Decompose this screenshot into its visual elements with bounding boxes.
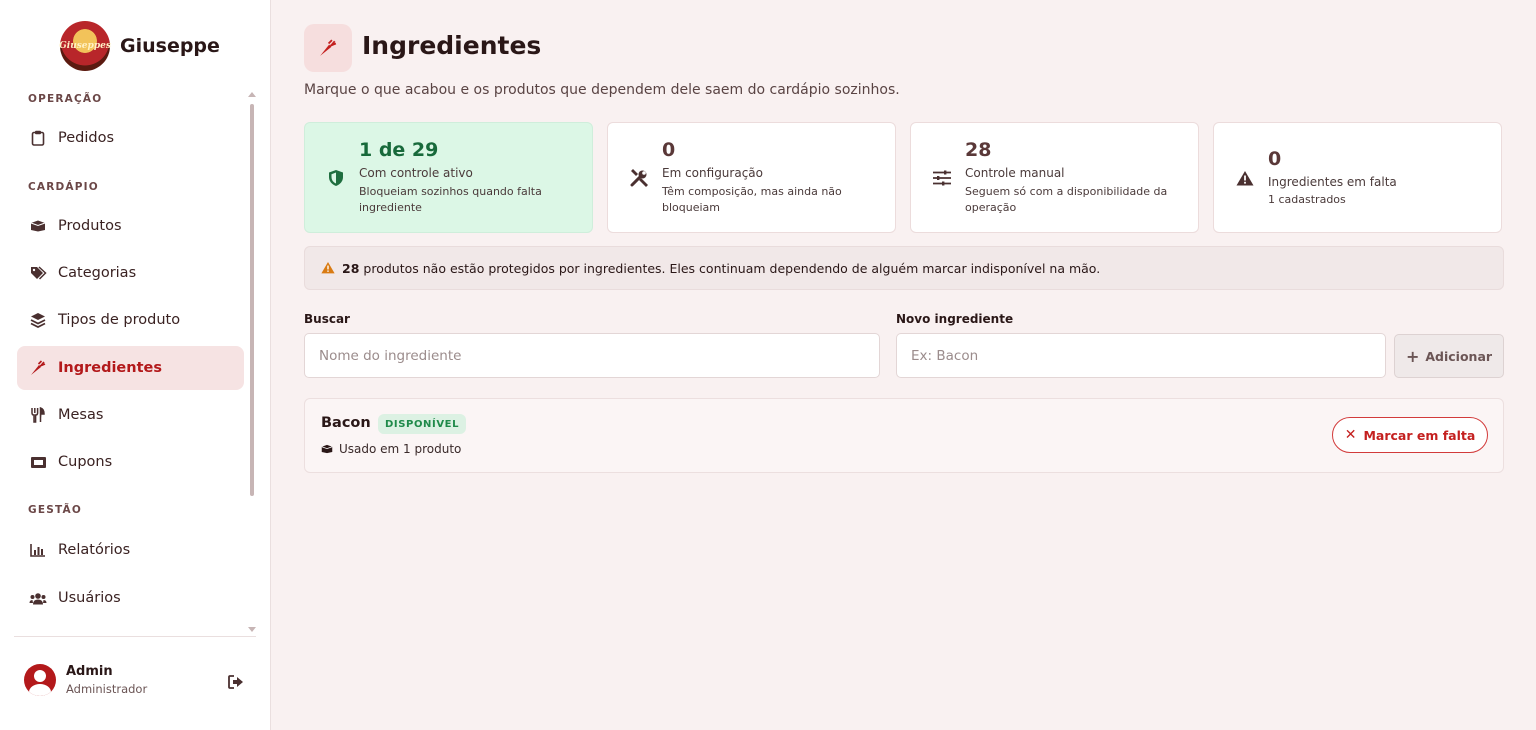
stat-description: Bloqueiam sozinhos quando falta ingredie… bbox=[359, 185, 542, 214]
stat-value: 0 bbox=[1268, 148, 1282, 170]
brand[interactable]: Giuseppes Giuseppe bbox=[59, 20, 220, 72]
scroll-thumb[interactable] bbox=[250, 104, 254, 496]
ticket-icon bbox=[29, 453, 47, 471]
sidebar-nav: OPERAÇÃO Pedidos CARDÁPIO Produtos Categ… bbox=[0, 88, 271, 636]
new-ingredient-label: Novo ingrediente bbox=[896, 312, 1014, 326]
main-content: Ingredientes Marque o que acabou e os pr… bbox=[271, 0, 1536, 730]
sidebar-item-label: Ingredientes bbox=[58, 360, 162, 376]
user-name: Admin bbox=[66, 664, 113, 679]
sidebar-item-cupons[interactable]: Cupons bbox=[17, 440, 244, 484]
add-button-label: Adicionar bbox=[1425, 348, 1493, 364]
stat-description: Têm composição, mas ainda não bloqueiam bbox=[662, 185, 842, 214]
sidebar-item-label: Tipos de produto bbox=[58, 312, 181, 328]
sidebar-item-label: Relatórios bbox=[58, 542, 131, 558]
sidebar: Giuseppes Giuseppe OPERAÇÃO Pedidos CARD… bbox=[0, 0, 271, 730]
avatar bbox=[24, 664, 56, 696]
sidebar-item-usuarios[interactable]: Usuários bbox=[17, 576, 244, 620]
sidebar-divider bbox=[14, 636, 256, 637]
ingredient-name: Bacon bbox=[321, 415, 371, 431]
warning-count: 28 bbox=[342, 260, 360, 276]
status-badge: DISPONÍVEL bbox=[378, 414, 467, 434]
user-role: Administrador bbox=[66, 682, 148, 696]
new-ingredient-input[interactable] bbox=[896, 333, 1386, 378]
sidebar-item-relatorios[interactable]: Relatórios bbox=[17, 528, 244, 572]
bar-chart-icon bbox=[29, 541, 47, 559]
section-title-gestao: GESTÃO bbox=[28, 504, 82, 516]
stat-card-em-configuracao: 0 Em configuração Têm composição, mas ai… bbox=[607, 122, 896, 233]
users-icon bbox=[29, 589, 47, 607]
user-profile: Admin Administrador bbox=[24, 664, 147, 696]
shield-icon bbox=[325, 167, 347, 189]
box-icon bbox=[321, 443, 333, 455]
stat-label: Controle manual bbox=[965, 166, 1065, 180]
plus-icon: + bbox=[1405, 346, 1420, 366]
scroll-up-icon[interactable] bbox=[248, 92, 256, 97]
sidebar-item-label: Pedidos bbox=[58, 130, 115, 146]
stat-description: 1 cadastrados bbox=[1268, 193, 1346, 206]
sidebar-item-ingredientes[interactable]: Ingredientes bbox=[17, 346, 244, 390]
layers-icon bbox=[29, 311, 47, 329]
stat-card-controle-ativo: 1 de 29 Com controle ativo Bloqueiam soz… bbox=[304, 122, 593, 233]
search-input[interactable] bbox=[304, 333, 880, 378]
mark-missing-button[interactable]: ✕ Marcar em falta bbox=[1332, 417, 1488, 453]
brand-logo: Giuseppes bbox=[59, 21, 111, 71]
mark-missing-label: Marcar em falta bbox=[1363, 427, 1476, 443]
sidebar-item-label: Produtos bbox=[58, 218, 122, 234]
ingredient-usage-text: Usado em 1 produto bbox=[339, 442, 462, 456]
warning-text: produtos não estão protegidos por ingred… bbox=[363, 260, 1101, 276]
page-title: Ingredientes bbox=[362, 31, 542, 60]
stat-value: 1 de 29 bbox=[359, 139, 439, 161]
tools-icon bbox=[628, 167, 650, 189]
sidebar-item-mesas[interactable]: Mesas bbox=[17, 393, 244, 437]
carrot-icon bbox=[304, 24, 352, 72]
box-icon bbox=[29, 217, 47, 235]
ingredient-usage: Usado em 1 produto bbox=[321, 442, 461, 456]
stat-value: 28 bbox=[965, 139, 992, 161]
warning-banner: 28 produtos não estão protegidos por ing… bbox=[304, 246, 1504, 290]
brand-name: Giuseppe bbox=[120, 35, 220, 57]
sidebar-item-label: Categorias bbox=[58, 265, 137, 281]
utensils-icon bbox=[29, 406, 47, 424]
stat-label: Em configuração bbox=[662, 166, 763, 180]
sidebar-item-label: Mesas bbox=[58, 407, 104, 423]
tags-icon bbox=[29, 264, 47, 282]
section-title-cardapio: CARDÁPIO bbox=[28, 181, 99, 193]
add-ingredient-button[interactable]: + Adicionar bbox=[1394, 334, 1504, 378]
stat-value: 0 bbox=[662, 139, 676, 161]
search-label: Buscar bbox=[304, 312, 350, 326]
stat-label: Com controle ativo bbox=[359, 166, 473, 180]
sidebar-scrollbar[interactable] bbox=[248, 92, 256, 632]
stat-description: Seguem só com a disponibilidade da opera… bbox=[965, 185, 1168, 214]
section-title-operacao: OPERAÇÃO bbox=[28, 93, 103, 105]
stat-card-controle-manual: 28 Controle manual Seguem só com a dispo… bbox=[910, 122, 1199, 233]
list-item: Bacon DISPONÍVEL Usado em 1 produto ✕ Ma… bbox=[304, 398, 1504, 473]
sidebar-item-label: Usuários bbox=[58, 590, 121, 606]
sliders-icon bbox=[931, 167, 953, 189]
brand-logo-text: Giuseppes bbox=[59, 41, 111, 51]
sidebar-item-label: Cupons bbox=[58, 454, 113, 470]
sidebar-item-pedidos[interactable]: Pedidos bbox=[17, 116, 244, 160]
warning-icon bbox=[321, 261, 335, 275]
stat-label: Ingredientes em falta bbox=[1268, 175, 1397, 189]
page-subtitle: Marque o que acabou e os produtos que de… bbox=[304, 82, 900, 98]
sidebar-item-tipos-de-produto[interactable]: Tipos de produto bbox=[17, 298, 244, 342]
close-icon: ✕ bbox=[1344, 427, 1357, 443]
stat-card-em-falta: 0 Ingredientes em falta 1 cadastrados bbox=[1213, 122, 1502, 233]
sidebar-item-categorias[interactable]: Categorias bbox=[17, 251, 244, 295]
warning-icon bbox=[1234, 167, 1256, 189]
clipboard-icon bbox=[29, 129, 47, 147]
logout-icon[interactable] bbox=[228, 674, 244, 690]
carrot-icon bbox=[29, 359, 47, 377]
sidebar-item-produtos[interactable]: Produtos bbox=[17, 204, 244, 248]
scroll-down-icon[interactable] bbox=[248, 627, 256, 632]
